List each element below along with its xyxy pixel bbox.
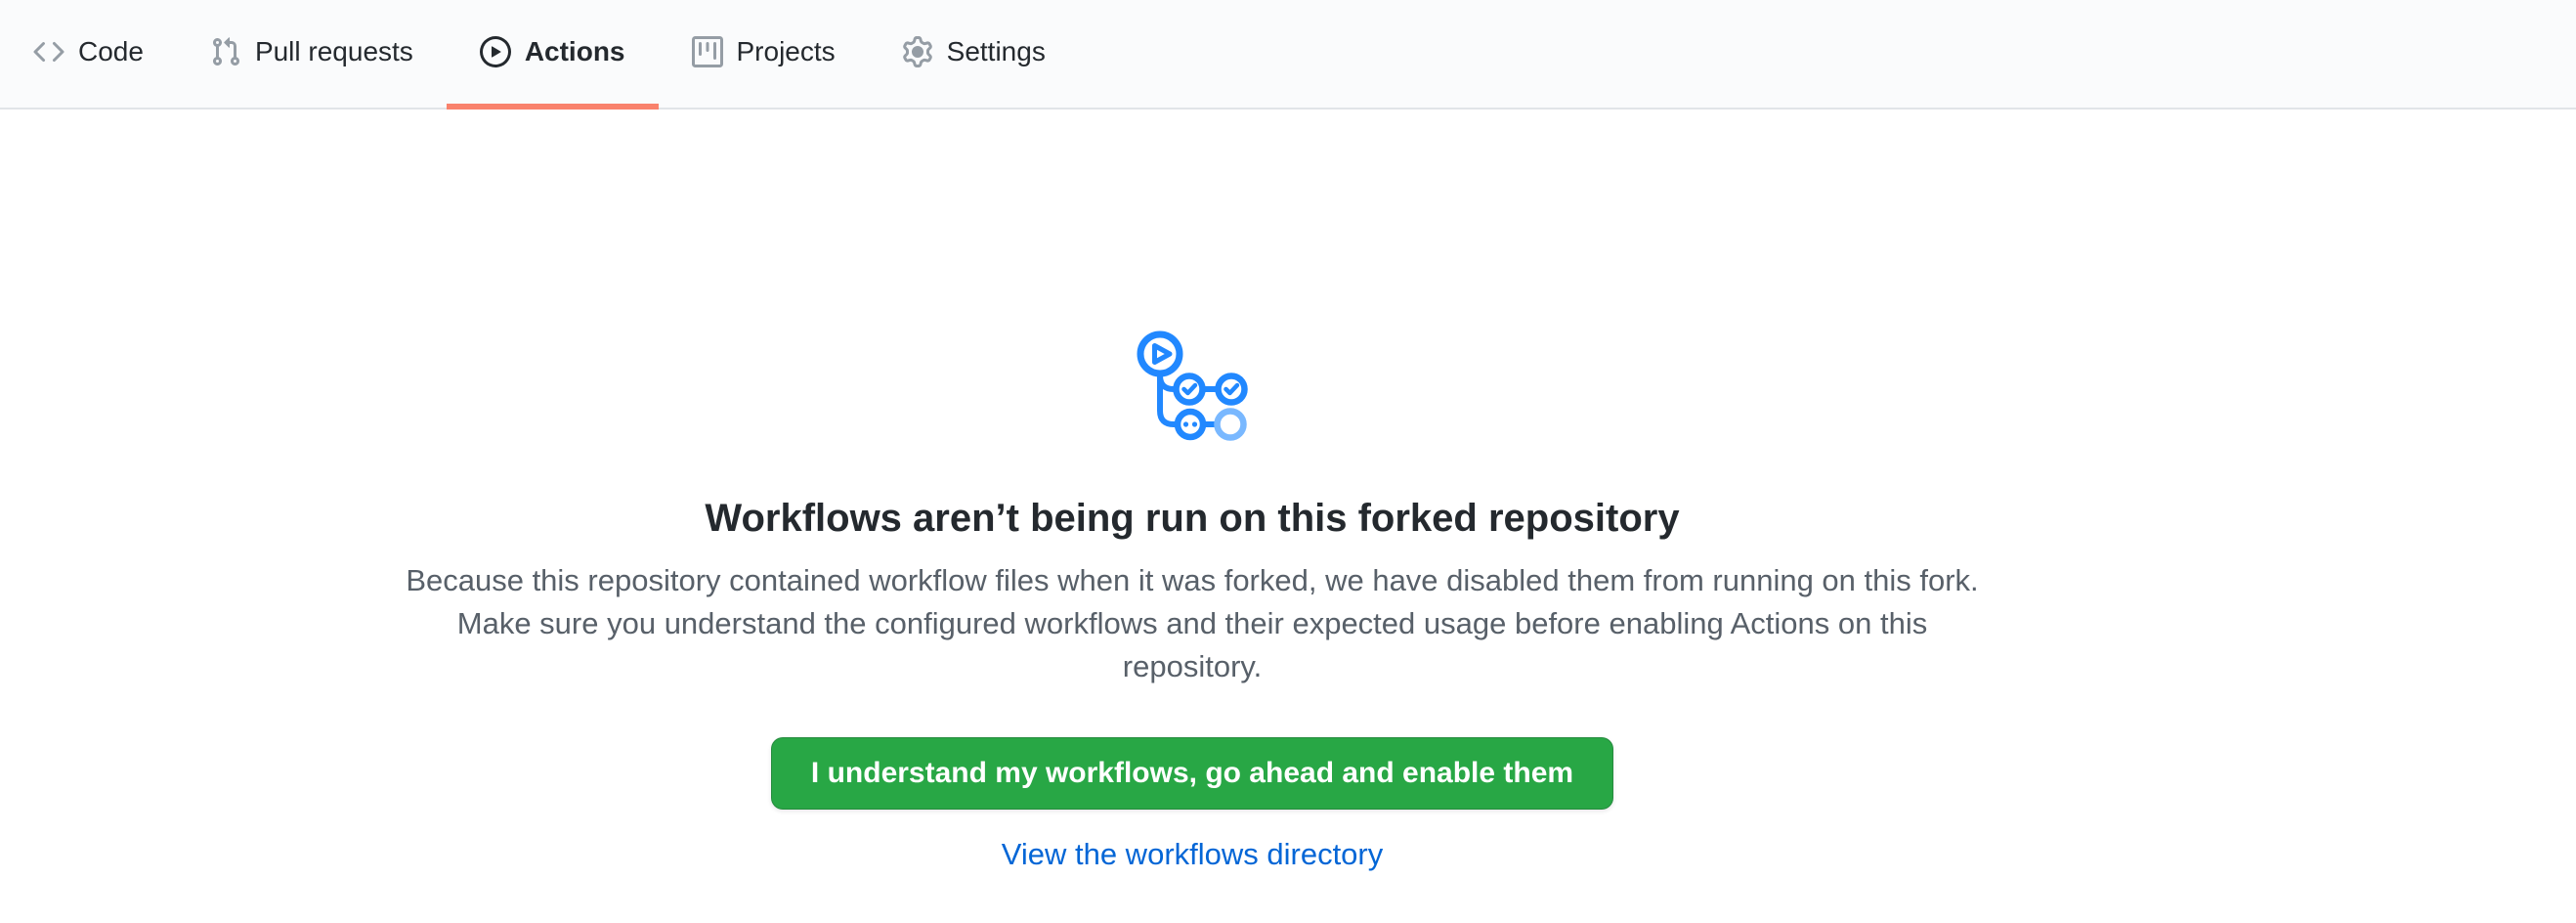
link-row: View the workflows directory xyxy=(0,837,2384,872)
enable-workflows-button[interactable]: I understand my workflows, go ahead and … xyxy=(771,737,1613,810)
tab-projects[interactable]: Projects xyxy=(659,0,869,110)
project-icon xyxy=(692,36,723,67)
play-icon xyxy=(480,36,511,67)
workflows-directory-link[interactable]: View the workflows directory xyxy=(1002,837,1384,871)
tab-pull-requests[interactable]: Pull requests xyxy=(177,0,447,110)
gear-icon xyxy=(902,36,933,67)
repo-tab-bar: Code Pull requests Actions Projects Sett… xyxy=(0,0,2576,110)
tab-label: Projects xyxy=(737,36,836,67)
tab-label: Settings xyxy=(947,36,1046,67)
code-icon xyxy=(33,36,64,67)
tab-label: Pull requests xyxy=(255,36,413,67)
workflow-graph-icon xyxy=(0,329,2384,446)
description-text: Because this repository contained workfl… xyxy=(391,559,1994,688)
page-title: Workflows aren’t being run on this forke… xyxy=(0,495,2384,542)
git-pull-request-icon xyxy=(210,36,241,67)
tab-label: Code xyxy=(78,36,144,67)
tab-code[interactable]: Code xyxy=(0,0,177,110)
tab-settings[interactable]: Settings xyxy=(869,0,1079,110)
tab-actions[interactable]: Actions xyxy=(447,0,659,110)
actions-blankslate: Workflows aren’t being run on this forke… xyxy=(0,329,2384,872)
tab-label: Actions xyxy=(525,36,625,67)
